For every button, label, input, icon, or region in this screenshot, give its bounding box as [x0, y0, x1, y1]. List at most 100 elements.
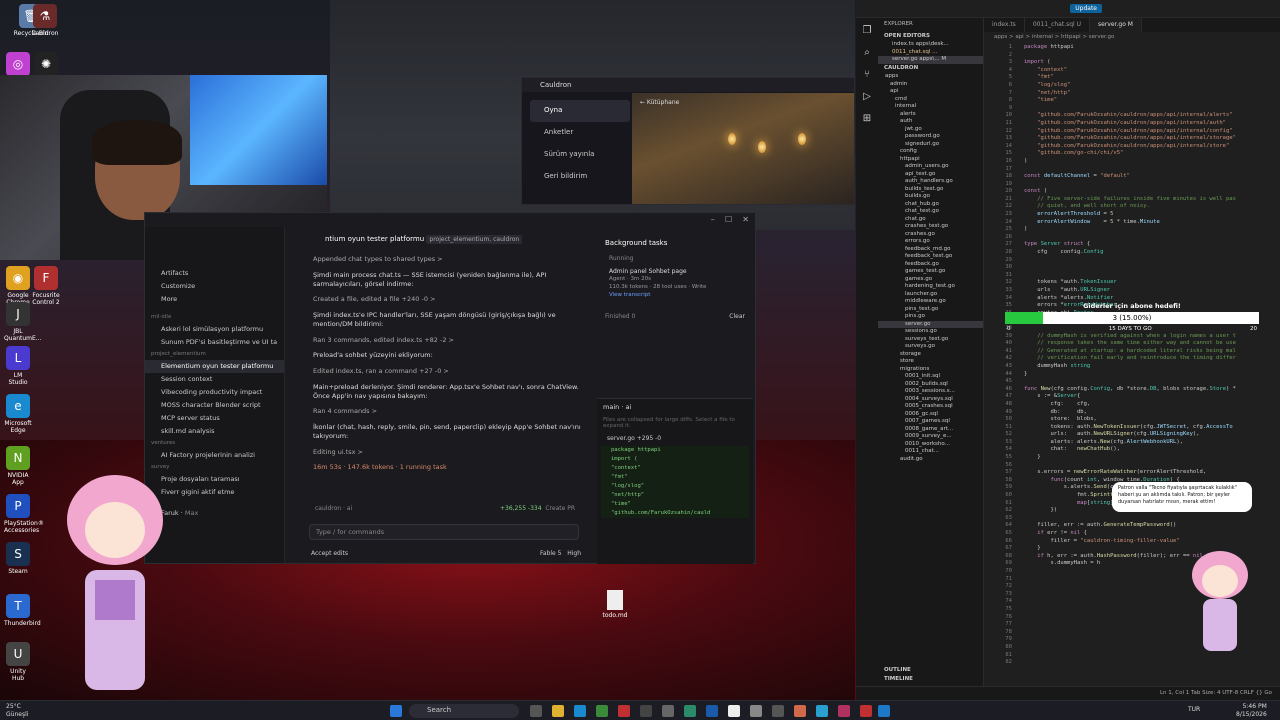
weather-widget[interactable]: 25°C Güneşli: [6, 703, 28, 719]
start-icon[interactable]: [390, 705, 402, 717]
chat-item[interactable]: Askeri lol simülasyon platformu: [145, 323, 284, 336]
focusrite-icon[interactable]: F Focusrite Control 2: [32, 266, 60, 306]
extensions-icon[interactable]: ⊞: [856, 108, 878, 130]
breadcrumb[interactable]: apps > api > internal > httpapi > server…: [984, 32, 1280, 42]
tree-item[interactable]: feedback_md.go: [878, 246, 983, 254]
tree-item[interactable]: signedurl.go: [878, 141, 983, 149]
jbl-icon[interactable]: J JBL QuantumE...: [4, 302, 42, 342]
app-icon[interactable]: [772, 705, 784, 717]
timeline-section[interactable]: TIMELINE: [884, 676, 913, 684]
app-icon[interactable]: [706, 705, 718, 717]
tool-line[interactable]: Ran 3 commands, edited index.ts +82 -2 >: [313, 336, 589, 345]
task-view-icon[interactable]: [530, 705, 542, 717]
tree-item[interactable]: password.go: [878, 133, 983, 141]
tool-line[interactable]: Appended chat types to shared types >: [313, 255, 589, 264]
app-icon[interactable]: [728, 705, 740, 717]
tree-item[interactable]: chat.go: [878, 216, 983, 224]
chat-item[interactable]: skill.md analysis: [145, 425, 284, 438]
tree-item[interactable]: 0002_builds.sql: [878, 381, 983, 389]
maximize-icon[interactable]: ☐: [725, 215, 732, 224]
tool-line[interactable]: Created a file, edited a file +240 -0 >: [313, 295, 589, 304]
tree-item[interactable]: 0003_sessions.s...: [878, 388, 983, 396]
search-box[interactable]: Search: [409, 704, 519, 718]
chat-item[interactable]: Vibecoding productivity impact: [145, 386, 284, 399]
chrome-icon[interactable]: ◉Google Chrome: [4, 266, 32, 306]
language-indicator[interactable]: TUR: [1188, 706, 1200, 713]
tree-item[interactable]: launcher.go: [878, 291, 983, 299]
tree-item[interactable]: auth: [878, 118, 983, 126]
tab-index-ts[interactable]: index.ts: [984, 18, 1025, 32]
tree-item[interactable]: internal: [878, 103, 983, 111]
tree-item[interactable]: admin: [878, 81, 983, 89]
tree-item[interactable]: 0008_game_art...: [878, 426, 983, 434]
open-editor-item[interactable]: 0011_chat.sql ...: [878, 49, 983, 57]
tool-line[interactable]: Editing ui.tsx >: [313, 448, 589, 457]
tree-item[interactable]: 0005_crashes.sql: [878, 403, 983, 411]
tree-item[interactable]: server.go: [878, 320, 983, 328]
tree-item[interactable]: builds.go: [878, 193, 983, 201]
sidebar-item-more[interactable]: More: [145, 293, 284, 306]
close-icon[interactable]: ✕: [742, 215, 749, 224]
menu-feedback[interactable]: Geri bildirim: [530, 166, 630, 188]
cauldron-app-icon[interactable]: ⚗ Cauldron: [30, 4, 60, 37]
app-icon[interactable]: [838, 705, 850, 717]
tree-item[interactable]: games_test.go: [878, 268, 983, 276]
tree-item[interactable]: 0009_survey_e...: [878, 433, 983, 441]
tree-item[interactable]: auth_handlers.go: [878, 178, 983, 186]
workspace-root[interactable]: CAULDRON: [878, 64, 983, 74]
tree-item[interactable]: cmd: [878, 96, 983, 104]
app-icon[interactable]: [662, 705, 674, 717]
prompt-input[interactable]: Type / for commands: [309, 524, 579, 540]
tool-line[interactable]: Edited index.ts, ran a command +27 -0 >: [313, 367, 589, 376]
sidebar-item-customize[interactable]: Customize: [145, 280, 284, 293]
store-icon[interactable]: [596, 705, 608, 717]
diff-file[interactable]: server.go +295 -0: [597, 431, 753, 446]
todo-file-icon[interactable]: todo.md: [600, 590, 630, 626]
thunderbird-icon[interactable]: T Thunderbird: [4, 594, 41, 627]
tree-item[interactable]: apps: [878, 73, 983, 81]
app-icon[interactable]: [816, 705, 828, 717]
tree-item[interactable]: chat_test.go: [878, 208, 983, 216]
gear-icon[interactable]: [750, 705, 762, 717]
app-icon[interactable]: [618, 705, 630, 717]
claude-taskbar-icon[interactable]: [794, 705, 806, 717]
tree-item[interactable]: errors.go: [878, 238, 983, 246]
chat-item[interactable]: Sunum PDF'si basitleştirme ve UI ta: [145, 336, 284, 349]
tree-item[interactable]: alerts: [878, 111, 983, 119]
tree-item[interactable]: store: [878, 358, 983, 366]
tree-item[interactable]: pins.go: [878, 313, 983, 321]
chat-item[interactable]: MOSS character Blender script: [145, 399, 284, 412]
edge-icon[interactable]: e Microsoft Edge: [4, 394, 32, 434]
tree-item[interactable]: crashes_test.go: [878, 223, 983, 231]
update-button[interactable]: Update: [1070, 4, 1102, 13]
open-editors-label[interactable]: OPEN EDITORS: [878, 32, 983, 42]
library-back-link[interactable]: ← Kütüphane: [640, 99, 679, 106]
file-explorer-icon[interactable]: [552, 705, 564, 717]
chat-item[interactable]: MCP server status: [145, 412, 284, 425]
tree-item[interactable]: crashes.go: [878, 231, 983, 239]
outline-section[interactable]: OUTLINE: [884, 667, 911, 675]
tree-item[interactable]: feedback.go: [878, 261, 983, 269]
run-debug-icon[interactable]: ▷: [856, 86, 878, 108]
playstation-icon[interactable]: P PlayStation® Accessories: [4, 494, 44, 534]
menu-play[interactable]: Oyna: [530, 100, 630, 122]
tree-item[interactable]: builds_test.go: [878, 186, 983, 194]
tab-server-go[interactable]: server.go M: [1090, 18, 1142, 32]
app-icon[interactable]: [640, 705, 652, 717]
sidebar-item-artifacts[interactable]: Artifacts: [145, 267, 284, 280]
app-icon[interactable]: [684, 705, 696, 717]
view-transcript-link[interactable]: View transcript: [597, 291, 753, 299]
tree-item[interactable]: sessions.go: [878, 328, 983, 336]
app-icon[interactable]: [860, 705, 872, 717]
tree-item[interactable]: 0004_surveys.sql: [878, 396, 983, 404]
lm-studio-icon[interactable]: L LM Studio: [4, 346, 32, 386]
vscode-taskbar-icon[interactable]: [878, 705, 890, 717]
tree-item[interactable]: httpapi: [878, 156, 983, 164]
chat-item-active[interactable]: Elementium oyun tester platformu: [145, 360, 284, 373]
tree-item[interactable]: api: [878, 88, 983, 96]
open-editor-item[interactable]: index.ts apps\desk...: [878, 41, 983, 49]
open-editor-item[interactable]: server.go apps\... M: [878, 56, 983, 64]
tree-item[interactable]: 0010_worksho...: [878, 441, 983, 449]
menu-surveys[interactable]: Anketler: [530, 122, 630, 144]
tree-item[interactable]: surveys.go: [878, 343, 983, 351]
